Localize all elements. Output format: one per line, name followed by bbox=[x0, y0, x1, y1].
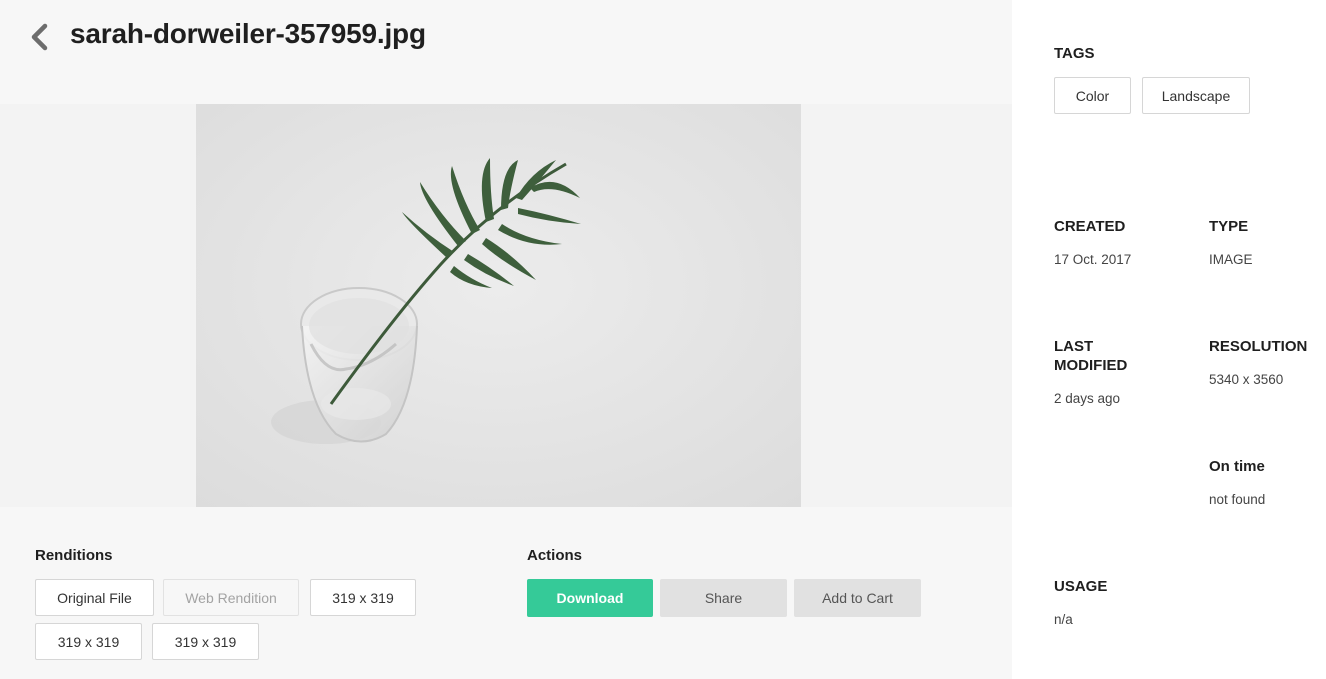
resolution-value: 5340 x 3560 bbox=[1209, 372, 1284, 387]
preview-area bbox=[0, 104, 1012, 507]
on-time-value: not found bbox=[1209, 492, 1266, 507]
resolution-label: RESOLUTION bbox=[1209, 338, 1308, 355]
main-panel: sarah-dorweiler-357959.jpg Renditions Or… bbox=[0, 0, 1012, 679]
actions-label: Actions bbox=[527, 547, 583, 564]
page-title: sarah-dorweiler-357959.jpg bbox=[70, 18, 426, 49]
tags-label: TAGS bbox=[1054, 45, 1095, 62]
metadata-sidebar: TAGS Color Landscape CREATED 17 Oct. 201… bbox=[1012, 0, 1326, 679]
rendition-319-a[interactable]: 319 x 319 bbox=[310, 579, 416, 616]
rendition-319-b[interactable]: 319 x 319 bbox=[35, 623, 142, 660]
rendition-original-file[interactable]: Original File bbox=[35, 579, 154, 616]
preview-image[interactable] bbox=[196, 104, 801, 507]
last-modified-value: 2 days ago bbox=[1054, 391, 1121, 406]
palm-leaf-photo bbox=[196, 104, 801, 507]
share-button[interactable]: Share bbox=[660, 579, 787, 617]
back-button[interactable] bbox=[24, 20, 54, 54]
type-label: TYPE bbox=[1209, 218, 1249, 235]
rendition-319-c[interactable]: 319 x 319 bbox=[152, 623, 259, 660]
created-label: CREATED bbox=[1054, 218, 1126, 235]
add-to-cart-button[interactable]: Add to Cart bbox=[794, 579, 921, 617]
usage-value: n/a bbox=[1054, 612, 1073, 627]
created-value: 17 Oct. 2017 bbox=[1054, 252, 1132, 267]
last-modified-label-line2: MODIFIED bbox=[1054, 357, 1128, 374]
usage-label: USAGE bbox=[1054, 578, 1108, 595]
page-header: sarah-dorweiler-357959.jpg bbox=[0, 0, 1012, 104]
on-time-label: On time bbox=[1209, 458, 1265, 475]
tag-landscape[interactable]: Landscape bbox=[1142, 77, 1250, 114]
rendition-web[interactable]: Web Rendition bbox=[163, 579, 299, 616]
renditions-label: Renditions bbox=[35, 547, 113, 564]
tag-color[interactable]: Color bbox=[1054, 77, 1131, 114]
last-modified-label-line1: LAST bbox=[1054, 338, 1094, 355]
type-value: IMAGE bbox=[1209, 252, 1253, 267]
chevron-left-icon bbox=[31, 23, 48, 51]
download-button[interactable]: Download bbox=[527, 579, 653, 617]
